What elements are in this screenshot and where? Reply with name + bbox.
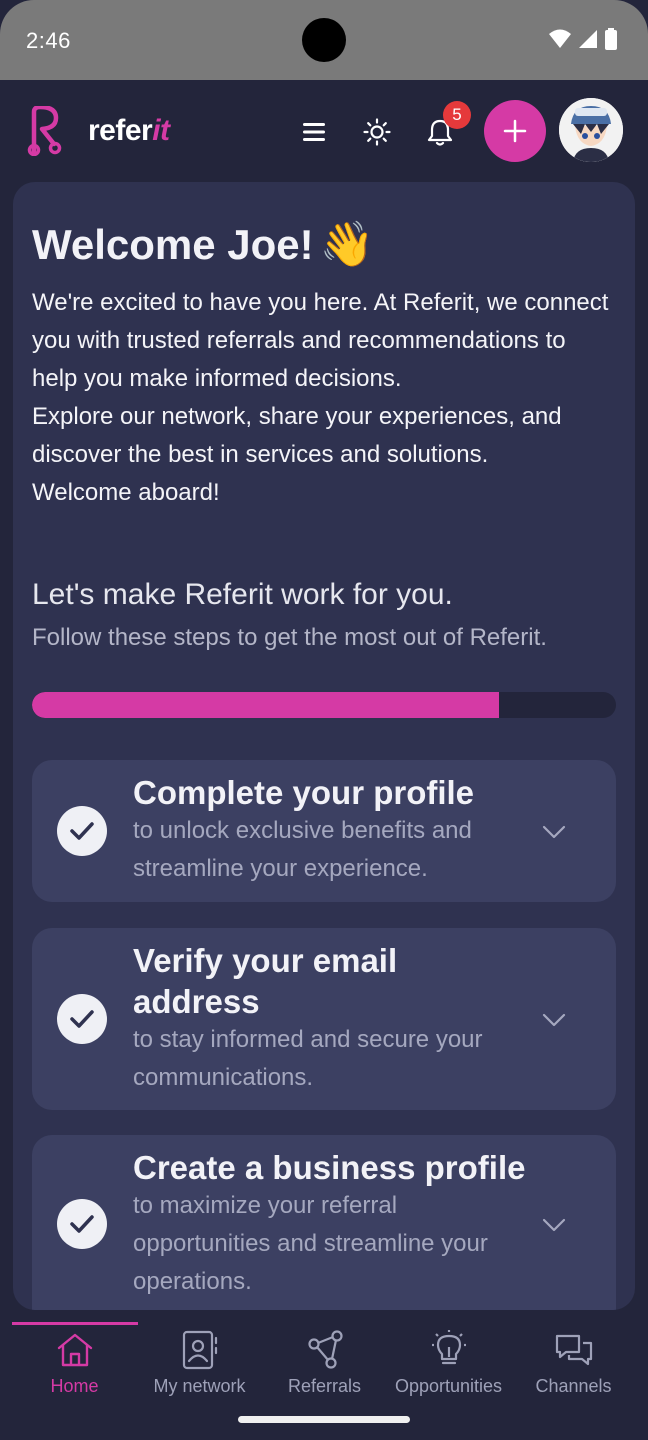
wifi-icon [549, 29, 571, 48]
checkmark-icon [57, 1199, 107, 1249]
plus-icon [503, 119, 527, 143]
chevron-down-icon[interactable] [540, 818, 568, 846]
welcome-title-text: Welcome Joe! [32, 221, 314, 268]
gesture-home-indicator[interactable] [238, 1416, 410, 1423]
step-verify-email[interactable]: Verify your email address to stay inform… [32, 928, 616, 1110]
step-title: Create a business profile [133, 1149, 526, 1186]
notification-count-badge: 5 [443, 101, 471, 129]
signal-icon [579, 30, 597, 48]
camera-cutout [302, 18, 346, 62]
step-title: Complete your profile [133, 774, 475, 811]
nav-item-my-network[interactable]: My network [137, 1310, 262, 1410]
waving-hand-icon: 👋 [319, 220, 375, 269]
menu-button[interactable] [296, 114, 332, 150]
progress-fill [32, 692, 500, 718]
welcome-paragraph-1: We're excited to have you here. At Refer… [32, 289, 609, 392]
chat-bubbles-icon [554, 1330, 594, 1370]
step-description: to maximize your referral opportunities … [133, 1192, 488, 1295]
chevron-down-icon[interactable] [540, 1006, 568, 1034]
step-description: to unlock exclusive benefits and streaml… [133, 817, 472, 882]
welcome-card: Welcome Joe! 👋 We're excited to have you … [13, 182, 635, 1310]
avatar-image [559, 98, 623, 162]
chevron-down-icon[interactable] [540, 1211, 568, 1239]
onboarding-title: Let's make Referit work for you. [32, 578, 453, 611]
step-title: Verify your email address [133, 942, 398, 1020]
welcome-paragraph-2: Explore our network, share your experien… [32, 403, 562, 468]
onboarding-subtitle: Follow these steps to get the most out o… [32, 624, 547, 651]
theme-toggle-button[interactable] [359, 114, 395, 150]
step-complete-profile[interactable]: Complete your profile to unlock exclusiv… [32, 760, 616, 902]
sun-icon [363, 118, 391, 146]
nav-label: Home [50, 1376, 99, 1396]
status-icons [548, 28, 618, 50]
nav-label: Opportunities [394, 1376, 503, 1396]
welcome-paragraph-3: Welcome aboard! [32, 479, 220, 506]
welcome-message: We're excited to have you here. At Refer… [32, 284, 617, 512]
user-avatar[interactable] [559, 98, 623, 162]
nav-label: Channels [535, 1376, 612, 1396]
app-header: referit [0, 80, 648, 182]
battery-icon [605, 28, 617, 50]
logo-text-main: refer [88, 114, 153, 147]
nav-label: My network [153, 1376, 246, 1396]
welcome-heading: Welcome Joe! 👋 [32, 218, 374, 270]
checkmark-icon [57, 806, 107, 856]
home-icon [55, 1330, 95, 1370]
share-nodes-icon [305, 1330, 345, 1370]
status-time: 2:46 [26, 28, 71, 53]
status-bar: 2:46 [0, 0, 648, 80]
nav-item-referrals[interactable]: Referrals [262, 1310, 387, 1410]
lightbulb-icon [429, 1330, 469, 1370]
contacts-icon [180, 1330, 220, 1370]
onboarding-progress-bar [32, 692, 616, 718]
referit-logo-icon [27, 106, 62, 156]
hamburger-menu-icon [303, 123, 325, 141]
referit-logo[interactable]: referit [26, 106, 170, 156]
nav-label: Referrals [287, 1376, 362, 1396]
nav-item-opportunities[interactable]: Opportunities [386, 1310, 511, 1410]
logo-text: referit [88, 114, 170, 148]
nav-item-channels[interactable]: Channels [511, 1310, 636, 1410]
step-description: to stay informed and secure your communi… [133, 1026, 483, 1091]
add-button[interactable] [484, 100, 546, 162]
checkmark-icon [57, 994, 107, 1044]
logo-text-accent: it [152, 114, 170, 147]
nav-item-home[interactable]: Home [12, 1310, 137, 1410]
step-create-business-profile[interactable]: Create a business profile to maximize yo… [32, 1135, 616, 1310]
